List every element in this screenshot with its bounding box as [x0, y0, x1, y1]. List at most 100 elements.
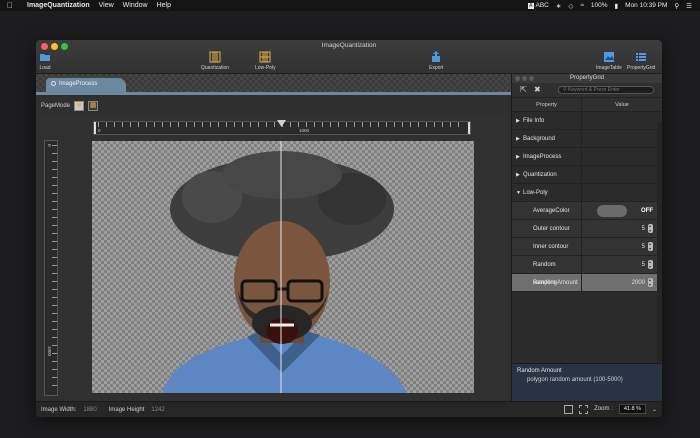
horizontal-ruler: 0 1000 [93, 120, 471, 135]
wifi-icon[interactable]: ≈ [580, 2, 584, 9]
average-color-toggle[interactable] [597, 204, 627, 217]
property-grid-panel: PropertyGrid ⇱ ✖ ⚲ Keyword & Press Enter… [511, 74, 662, 401]
panel-zoom-button[interactable] [529, 76, 534, 81]
portrait-illustration [162, 141, 407, 393]
vruler-ticks [52, 145, 57, 391]
input-source[interactable]: A ABC [528, 2, 549, 9]
caret-right-icon: ▶ [516, 172, 520, 178]
category-image-process[interactable]: ▶ ImageProcess [512, 148, 662, 166]
property-description-panel: Random Amount polygon random amount (100… [512, 363, 662, 401]
bluetooth-icon[interactable]: ∗ [556, 2, 561, 10]
caret-right-icon: ▶ [516, 154, 520, 160]
fit-to-window-icon[interactable] [564, 404, 574, 414]
propertygrid-button[interactable]: PropertyGrid [627, 51, 655, 71]
imagetable-button[interactable]: ImageTable [596, 51, 622, 71]
battery-percent[interactable]: 100% [591, 2, 608, 9]
property-random-sampling: Random sampling 5 [512, 256, 662, 286]
tab-imageprocess[interactable]: ImageProcess [46, 78, 126, 92]
random-sampling-stepper[interactable] [648, 260, 653, 269]
image-preview[interactable] [92, 141, 474, 393]
quantization-button[interactable]: Quantization [201, 51, 229, 71]
actual-size-icon[interactable] [579, 404, 589, 414]
pagemode-grid-button[interactable]: ▦ [88, 100, 99, 111]
lowpoly-label: Low-Poly [255, 65, 276, 71]
collapse-all-icon[interactable]: ✖ [534, 86, 542, 94]
vertical-ruler: 0 1000 [44, 140, 58, 396]
image-height-value: 1242 [151, 406, 165, 413]
export-icon [432, 51, 441, 62]
load-button[interactable]: Load [39, 51, 51, 71]
description-title: Random Amount [517, 368, 562, 374]
window-titlebar: ImageQuantization Load Quantization Low-… [36, 40, 662, 74]
category-low-poly-label: Low-Poly [523, 190, 548, 196]
menu-help[interactable]: Help [157, 2, 171, 9]
outer-contour-value[interactable]: 5 [642, 226, 645, 232]
apple-menu-icon[interactable]:  [7, 1, 17, 10]
pagemode-single-button[interactable]: ■ [74, 100, 85, 111]
category-quantization[interactable]: ▶ Quantization [512, 166, 662, 184]
image-width-value: 1880 [83, 406, 97, 413]
outer-contour-label: Outer contour [512, 220, 582, 237]
ruler-label-start: 0 [98, 128, 101, 133]
expand-all-icon[interactable]: ⇱ [520, 86, 528, 94]
lowpoly-icon [259, 51, 271, 63]
imagetable-label: ImageTable [596, 65, 622, 71]
category-low-poly[interactable]: ▼ Low-Poly [512, 184, 662, 202]
inner-contour-value[interactable]: 5 [642, 244, 645, 250]
average-color-label: AverageColor [512, 202, 582, 219]
inner-contour-label: Inner contour [512, 238, 582, 255]
outer-contour-stepper[interactable] [648, 224, 653, 233]
mouth-shape [266, 318, 298, 344]
input-source-label: ABC [535, 2, 549, 9]
window-title: ImageQuantization [321, 42, 377, 49]
panel-close-button[interactable] [515, 76, 520, 81]
clock[interactable]: Mon 10:39 PM [625, 2, 667, 9]
close-tab-icon[interactable] [51, 81, 56, 86]
category-background[interactable]: ▶ Background [512, 130, 662, 148]
property-list-icon [636, 53, 647, 61]
random-amount-label: Random Amount [512, 274, 582, 291]
grid-icon: ▦ [89, 102, 97, 109]
quantization-label: Quantization [201, 65, 230, 71]
quantization-icon [209, 51, 221, 63]
menu-app-name[interactable]: ImageQuantization [27, 2, 90, 9]
load-label: Load [39, 65, 51, 71]
menu-window[interactable]: Window [123, 2, 148, 9]
ruler-right-edge [468, 122, 470, 134]
pagemode-toolbar: PageMode ■ ▦ [36, 97, 511, 114]
pagemode-label: PageMode [41, 102, 71, 109]
random-amount-value[interactable]: 2000 [632, 280, 645, 286]
export-button[interactable]: Export [429, 51, 443, 71]
menu-list-icon[interactable]: ☰ [686, 2, 692, 10]
property-search-input[interactable]: ⚲ Keyword & Press Enter [558, 86, 654, 94]
spotlight-icon[interactable]: ⚲ [674, 2, 679, 10]
lowpoly-button[interactable]: Low-Poly [255, 51, 276, 71]
column-property: Property [512, 98, 582, 111]
status-bar: Image Width: 1880 Image Height 1242 Zoom… [36, 401, 662, 417]
portrait-icon: ■ [76, 102, 82, 109]
canvas-area[interactable]: 0 1000 0 1000 [36, 115, 511, 401]
zoom-value-field[interactable]: 41.8 % [618, 404, 646, 414]
property-grid-scrollbar[interactable] [657, 122, 662, 362]
column-value: Value [615, 102, 629, 108]
property-random-amount[interactable]: Random Amount 2000 [512, 274, 662, 292]
propertygrid-label: PropertyGrid [627, 65, 656, 71]
ruler-label-mid: 1000 [299, 128, 310, 133]
battery-icon: ▮ [614, 2, 619, 10]
chevron-down-icon[interactable]: ⌄ [652, 406, 657, 413]
random-sampling-value[interactable]: 5 [642, 262, 645, 268]
random-amount-stepper[interactable] [648, 278, 653, 287]
category-file-info[interactable]: ▶ File Info [512, 112, 662, 130]
sync-icon[interactable]: ◇ [568, 2, 573, 10]
document-tab-strip: ImageProcess [36, 74, 511, 92]
export-label: Export [429, 65, 444, 71]
category-quantization-label: Quantization [523, 172, 557, 178]
category-image-process-label: ImageProcess [523, 154, 562, 160]
category-file-info-label: File Info [523, 118, 545, 124]
menu-view[interactable]: View [99, 2, 114, 9]
panel-minimize-button[interactable] [522, 76, 527, 81]
caret-right-icon: ▶ [516, 136, 520, 142]
vruler-label-mid: 1000 [47, 346, 52, 357]
menu-bar:  ImageQuantization View Window Help AAB… [0, 0, 700, 11]
inner-contour-stepper[interactable] [648, 242, 653, 251]
